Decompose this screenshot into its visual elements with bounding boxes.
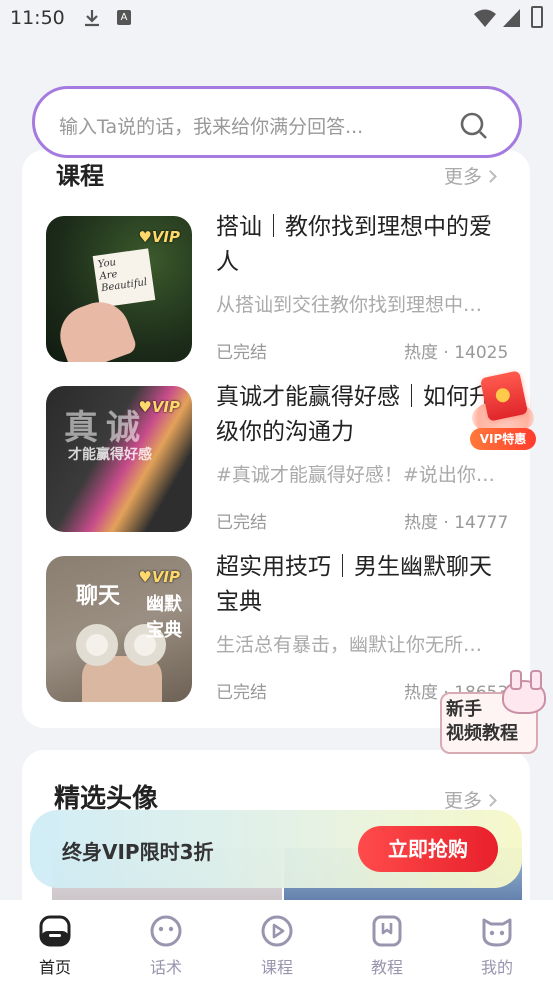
course-item[interactable]: 真诚 才能赢得好感 ♥VIP 真诚才能赢得好感｜如何升级你的沟通力 #真诚才能赢… xyxy=(46,384,516,536)
bottom-tab-bar: 首页 话术 课程 教程 我的 xyxy=(0,900,553,984)
courses-more-link[interactable]: 更多 xyxy=(444,162,497,189)
tab-label: 首页 xyxy=(38,958,71,977)
signal-icon xyxy=(503,9,520,27)
tutorial-text: 新手 视频教程 xyxy=(446,699,518,744)
bookmark-icon xyxy=(372,915,402,947)
chat-face-icon xyxy=(150,915,182,947)
more-label: 更多 xyxy=(444,166,483,188)
course-heat: 热度 · 14777 xyxy=(404,513,509,533)
vip-special-float-button[interactable]: VIP特惠 xyxy=(470,370,536,454)
course-heat: 热度 · 14025 xyxy=(404,343,509,363)
course-title: 真诚才能赢得好感｜如何升级你的沟通力 xyxy=(216,384,492,445)
app-notification-icon: A xyxy=(117,10,131,25)
cat-face-icon xyxy=(482,918,512,947)
tab-label: 课程 xyxy=(260,958,293,977)
thumb-text-big: 聊天 xyxy=(76,584,121,609)
tab-home[interactable]: 首页 xyxy=(15,914,95,978)
tab-label: 教程 xyxy=(370,958,403,977)
course-thumbnail: You Are Beautiful ♥VIP xyxy=(46,216,192,362)
vip-promo-text: 终身VIP限时3折 xyxy=(62,840,214,864)
heart-icon: ♥ xyxy=(138,228,152,246)
thumb-text-small: 才能赢得好感 xyxy=(68,447,152,463)
status-bar: 11:50 A xyxy=(0,0,553,36)
vip-badge: ♥VIP xyxy=(138,398,180,416)
tab-courses[interactable]: 课程 xyxy=(237,914,317,978)
course-title: 超实用技巧｜男生幽默聊天宝典 xyxy=(216,554,492,615)
red-envelope-icon xyxy=(479,370,529,422)
course-thumbnail: 聊天 幽默宝典 ♥VIP xyxy=(46,556,192,702)
wifi-icon xyxy=(474,9,496,27)
tab-mine[interactable]: 我的 xyxy=(457,914,537,978)
course-desc: #真诚才能赢得好感！#说出你的心声 xyxy=(216,464,496,486)
chevron-right-icon xyxy=(484,170,497,183)
video-tutorial-float-button[interactable]: 新手 视频教程 xyxy=(438,670,550,756)
course-thumbnail: 真诚 才能赢得好感 ♥VIP xyxy=(46,386,192,532)
tab-huashu[interactable]: 话术 xyxy=(126,914,206,978)
thumb-text-small: 幽默宝典 xyxy=(146,594,182,641)
search-input[interactable]: 输入Ta说的话，我来给你满分回答... xyxy=(59,112,363,139)
course-desc: 生活总有暴击，幽默让你无所畏惧 xyxy=(216,634,496,656)
course-title: 搭讪｜教你找到理想中的爱人 xyxy=(216,214,492,275)
vip-promo-banner[interactable]: 终身VIP限时3折 立即抢购 xyxy=(30,810,522,888)
buy-now-button[interactable]: 立即抢购 xyxy=(358,826,498,872)
vip-special-label: VIP特惠 xyxy=(470,428,536,450)
course-item[interactable]: You Are Beautiful ♥VIP 搭讪｜教你找到理想中的爱人 从搭讪… xyxy=(46,214,516,366)
tab-tutorials[interactable]: 教程 xyxy=(347,914,427,978)
course-status: 已完结 xyxy=(216,343,267,363)
tab-label: 我的 xyxy=(480,958,513,977)
battery-icon xyxy=(531,6,543,28)
vip-badge: ♥VIP xyxy=(138,228,180,246)
avatars-more-link[interactable]: 更多 xyxy=(444,786,497,813)
search-icon[interactable] xyxy=(459,111,489,141)
courses-title: 课程 xyxy=(56,162,104,190)
courses-card: 课程 更多 You Are Beautiful ♥VIP 搭讪｜教你找到理想中的… xyxy=(22,150,530,728)
download-icon xyxy=(85,10,99,27)
thumb-note: You Are Beautiful xyxy=(92,248,156,308)
thumb-roll-left xyxy=(76,624,118,666)
chevron-right-icon xyxy=(484,794,497,807)
tab-label: 话术 xyxy=(149,958,182,977)
heart-icon: ♥ xyxy=(138,398,152,416)
thumb-text-big: 真诚 xyxy=(64,408,148,448)
course-status: 已完结 xyxy=(216,513,267,533)
heart-icon: ♥ xyxy=(138,568,152,586)
status-time: 11:50 xyxy=(10,7,65,29)
course-desc: 从搭讪到交往教你找到理想中的爱人 xyxy=(216,294,496,316)
search-bar[interactable]: 输入Ta说的话，我来给你满分回答... xyxy=(32,86,522,158)
play-icon xyxy=(261,915,293,947)
home-icon xyxy=(39,915,71,947)
course-status: 已完结 xyxy=(216,683,267,703)
more-label: 更多 xyxy=(444,790,483,812)
vip-badge: ♥VIP xyxy=(138,568,180,586)
